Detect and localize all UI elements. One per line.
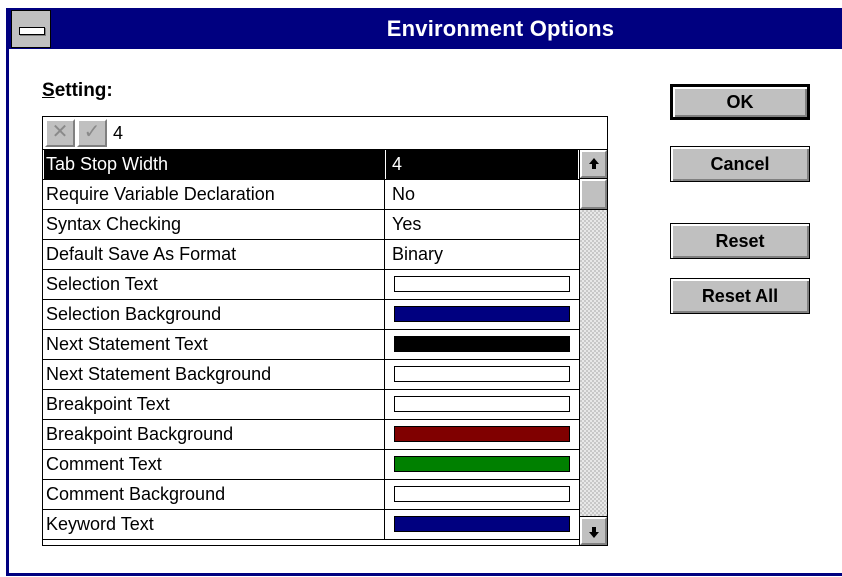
setting-name: Require Variable Declaration: [44, 180, 385, 209]
setting-value[interactable]: [386, 330, 578, 359]
scroll-thumb[interactable]: [579, 178, 607, 210]
settings-row[interactable]: Selection Background: [43, 300, 579, 330]
setting-value[interactable]: Yes: [386, 210, 578, 239]
setting-label: Setting:: [42, 80, 113, 102]
settings-row[interactable]: Selection Text: [43, 270, 579, 300]
settings-row[interactable]: Tab Stop Width 4: [43, 150, 579, 180]
settings-row[interactable]: Next Statement Text: [43, 330, 579, 360]
setting-name: Breakpoint Background: [44, 420, 385, 449]
setting-name: Selection Background: [44, 300, 385, 329]
setting-value[interactable]: Binary: [386, 240, 578, 269]
setting-label-text: etting:: [54, 80, 113, 101]
reset-button[interactable]: Reset: [670, 223, 810, 259]
settings-row[interactable]: Next Statement Background: [43, 360, 579, 390]
settings-row[interactable]: Default Save As Format Binary: [43, 240, 579, 270]
settings-row[interactable]: Comment Background: [43, 480, 579, 510]
accept-edit-icon[interactable]: ✓: [77, 119, 107, 147]
setting-name: Syntax Checking: [44, 210, 385, 239]
color-swatch[interactable]: [394, 336, 570, 352]
vertical-scrollbar[interactable]: [579, 150, 607, 545]
setting-name: Default Save As Format: [44, 240, 385, 269]
window-title: Environment Options: [386, 16, 615, 41]
setting-value[interactable]: [386, 300, 578, 329]
cancel-button[interactable]: Cancel: [670, 146, 810, 182]
setting-value[interactable]: [386, 450, 578, 479]
color-swatch[interactable]: [394, 366, 570, 382]
settings-row[interactable]: Comment Text: [43, 450, 579, 480]
settings-row[interactable]: Syntax Checking Yes: [43, 210, 579, 240]
scroll-down-button[interactable]: [579, 516, 607, 545]
ok-button[interactable]: OK: [670, 84, 810, 120]
setting-value[interactable]: [386, 510, 578, 539]
arrow-up-icon: [589, 158, 599, 169]
setting-value[interactable]: [386, 480, 578, 509]
scroll-up-button[interactable]: [579, 150, 607, 179]
settings-row[interactable]: Breakpoint Background: [43, 420, 579, 450]
setting-name: Selection Text: [44, 270, 385, 299]
setting-name: Tab Stop Width: [44, 150, 385, 179]
setting-name: Comment Background: [44, 480, 385, 509]
reset-all-button[interactable]: Reset All: [670, 278, 810, 314]
settings-grid: Tab Stop Width 4 Require Variable Declarat…: [42, 149, 608, 546]
setting-name: Next Statement Text: [44, 330, 385, 359]
setting-name: Next Statement Background: [44, 360, 385, 389]
color-swatch[interactable]: [394, 306, 570, 322]
setting-name: Keyword Text: [44, 510, 385, 539]
color-swatch[interactable]: [394, 276, 570, 292]
setting-value-input[interactable]: 4: [113, 120, 123, 146]
setting-value[interactable]: No: [386, 180, 578, 209]
settings-row[interactable]: Require Variable Declaration No: [43, 180, 579, 210]
color-swatch[interactable]: [394, 396, 570, 412]
setting-name: Comment Text: [44, 450, 385, 479]
color-swatch[interactable]: [394, 456, 570, 472]
arrow-down-icon: [589, 527, 599, 538]
color-swatch[interactable]: [394, 426, 570, 442]
setting-label-mnemonic: S: [42, 80, 55, 101]
setting-value[interactable]: [386, 390, 578, 419]
setting-value[interactable]: [386, 360, 578, 389]
setting-name: Breakpoint Text: [44, 390, 385, 419]
system-menu-button[interactable]: [11, 10, 51, 48]
color-swatch[interactable]: [394, 486, 570, 502]
setting-edit-bar: ✕ ✓ 4: [42, 116, 608, 150]
setting-value[interactable]: 4: [386, 150, 578, 179]
setting-value[interactable]: [386, 270, 578, 299]
cancel-edit-icon[interactable]: ✕: [45, 119, 75, 147]
color-swatch[interactable]: [394, 516, 570, 532]
title-bar[interactable]: Environment Options: [9, 8, 842, 49]
settings-row[interactable]: Breakpoint Text: [43, 390, 579, 420]
settings-row[interactable]: Keyword Text: [43, 510, 579, 540]
setting-value[interactable]: [386, 420, 578, 449]
system-menu-icon: [19, 27, 45, 35]
